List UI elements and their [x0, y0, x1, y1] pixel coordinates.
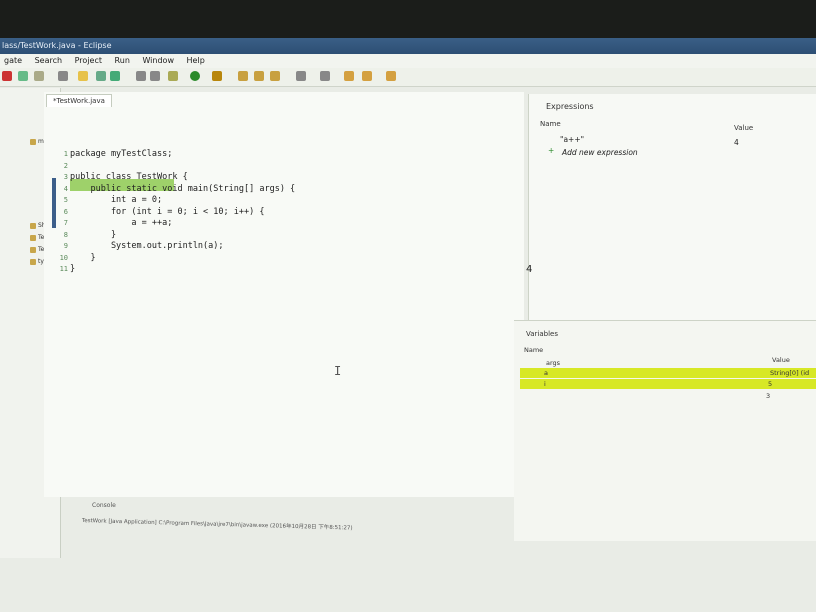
menu-help[interactable]: Help — [187, 56, 205, 65]
annotation-icon[interactable] — [320, 71, 330, 81]
step-icon[interactable] — [34, 71, 44, 81]
expressions-col-value: Value — [734, 124, 754, 132]
tab-testwork[interactable]: *TestWork.java — [46, 94, 112, 107]
run-icon[interactable] — [190, 71, 200, 81]
variables-title[interactable]: Variables — [526, 330, 558, 338]
expression-row-value: 4 — [734, 138, 739, 147]
menu-project[interactable]: Project — [75, 56, 102, 65]
next-icon[interactable] — [386, 71, 396, 81]
build-icon[interactable] — [296, 71, 306, 81]
variable-value-i: 3 — [766, 392, 771, 400]
line-number: 1 — [63, 150, 68, 158]
line-number: 8 — [63, 230, 68, 239]
menu-run[interactable]: Run — [115, 56, 130, 65]
add-expression-link[interactable]: Add new expression — [562, 148, 638, 157]
variables-panel — [514, 320, 816, 541]
folder-icon — [30, 138, 36, 145]
code-line[interactable]: for (int i = 0; i < 10; i++) { — [70, 206, 265, 218]
gear-icon[interactable] — [168, 71, 178, 81]
line-number: 4 — [63, 184, 68, 193]
resume-icon[interactable] — [18, 71, 28, 81]
code-line[interactable]: } — [70, 263, 75, 275]
back-icon[interactable] — [344, 71, 354, 81]
line-number: 9 — [63, 242, 68, 250]
forward-icon[interactable] — [362, 71, 372, 81]
variable-value-a: 5 — [768, 380, 773, 388]
line-number: 6 — [63, 207, 68, 216]
panel-icon[interactable] — [136, 71, 146, 81]
expression-row-name[interactable]: "a++" — [560, 135, 584, 144]
stop-icon[interactable] — [2, 71, 12, 81]
line-number: 5 — [63, 196, 68, 204]
expressions-col-name: Name — [540, 120, 561, 128]
variable-value-args: String[0] (id — [770, 369, 810, 377]
code-line[interactable]: a = ++a; — [70, 217, 172, 229]
expression-detail-value: 4 — [526, 264, 533, 275]
toggle-icon[interactable] — [110, 71, 120, 81]
line-number: 7 — [63, 219, 68, 227]
folder-icon — [30, 234, 36, 241]
code-line[interactable]: package myTestClass; — [70, 148, 172, 160]
package-icon[interactable] — [238, 71, 248, 81]
disconnect-icon[interactable] — [58, 71, 68, 81]
toolbar — [0, 68, 816, 87]
variable-name-args[interactable]: args — [546, 359, 560, 367]
variables-col-name: Name — [524, 346, 544, 354]
add-expression-icon[interactable]: + — [548, 146, 554, 155]
code-line[interactable]: int a = 0; — [70, 194, 162, 206]
text-cursor-icon: I — [334, 364, 342, 378]
code-line[interactable]: public static void main(String[] args) { — [70, 183, 295, 195]
variable-name-a[interactable]: a — [544, 369, 548, 377]
search-icon[interactable] — [78, 71, 88, 81]
pin-icon[interactable] — [96, 71, 106, 81]
folder-icon — [30, 258, 36, 265]
folder-icon — [30, 246, 36, 253]
code-line[interactable]: } — [70, 229, 116, 241]
code-line[interactable]: public class TestWork { — [70, 171, 188, 183]
eclipse-window: lass/TestWork.java - Eclipse gate Search… — [0, 38, 816, 612]
menu-search[interactable]: Search — [35, 56, 62, 65]
window-title: lass/TestWork.java - Eclipse — [0, 38, 816, 54]
menu-window[interactable]: Window — [142, 56, 174, 65]
debug-icon[interactable] — [212, 71, 222, 81]
code-line[interactable]: } — [70, 252, 95, 264]
variable-name-i[interactable]: i — [544, 380, 546, 388]
format-icon[interactable] — [150, 71, 160, 81]
line-number: 10 — [59, 253, 68, 262]
menu-bar: gate Search Project Run Window Help — [0, 54, 816, 68]
new-icon[interactable] — [270, 71, 280, 81]
console-title[interactable]: Console — [92, 502, 116, 509]
expressions-panel — [528, 94, 816, 354]
expressions-title[interactable]: Expressions — [546, 102, 594, 111]
class-icon[interactable] — [254, 71, 264, 81]
line-number: 2 — [63, 161, 68, 170]
menu-navigate[interactable]: gate — [4, 56, 22, 65]
folder-icon — [30, 222, 36, 229]
line-number: 3 — [63, 173, 68, 181]
code-line[interactable]: System.out.println(a); — [70, 240, 224, 252]
variables-col-value: Value — [772, 356, 790, 364]
line-number: 11 — [59, 265, 68, 273]
